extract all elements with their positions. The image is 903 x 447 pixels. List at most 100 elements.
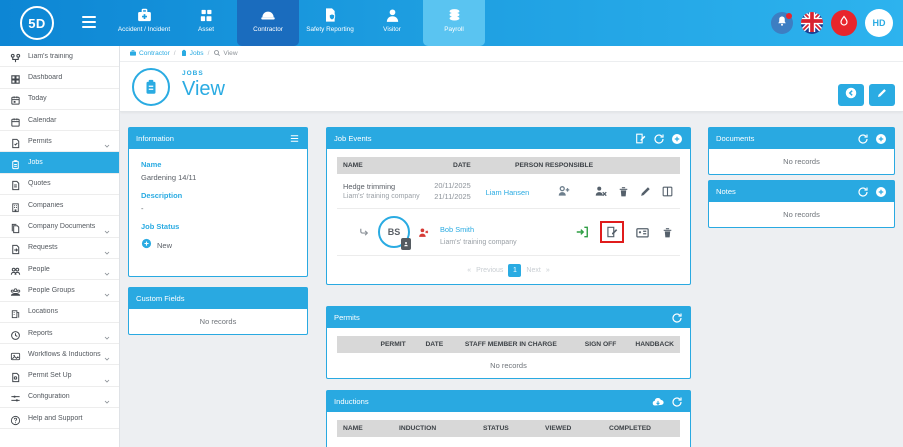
card-columns-icon[interactable] [661, 185, 674, 198]
person-alert-icon[interactable] [417, 226, 430, 239]
previous-button[interactable]: Previous [476, 267, 503, 274]
alert-button[interactable] [831, 10, 857, 36]
nav-payroll[interactable]: Payroll [423, 0, 485, 46]
sidebar-item-requests[interactable]: Requests [0, 238, 119, 259]
refresh-icon[interactable] [857, 186, 869, 198]
field-value-description: - [141, 204, 295, 213]
delete-icon[interactable] [661, 226, 674, 239]
person-responsible-link[interactable]: Liam Hansen [486, 188, 530, 197]
event-name: Hedge trimming [343, 182, 434, 191]
brand-logo[interactable]: 5D [20, 6, 54, 40]
job-events-table-header: NAME DATE PERSON RESPONSIBLE [337, 157, 680, 174]
sliders-icon [10, 391, 21, 402]
menu-toggle-icon[interactable] [82, 16, 96, 31]
user-avatar[interactable]: HD [865, 9, 893, 37]
refresh-icon[interactable] [671, 396, 683, 408]
prev-arrow[interactable]: « [467, 267, 471, 274]
delete-icon[interactable] [617, 185, 630, 198]
edit-pencil-icon[interactable] [639, 185, 652, 198]
sidebar-item-calendar[interactable]: Calendar [0, 110, 119, 131]
permits-empty: No records [327, 353, 690, 378]
refresh-icon[interactable] [653, 133, 665, 145]
nav-asset[interactable]: Asset [175, 0, 237, 46]
remove-person-icon[interactable] [594, 184, 608, 198]
sidebar-item-jobs[interactable]: Jobs [0, 152, 119, 173]
page-title-bar: JOBS View [120, 62, 903, 112]
sidebar-item-dashboard[interactable]: Dashboard [0, 67, 119, 88]
sidebar-item-workflows-inductions[interactable]: Workflows & Inductions [0, 344, 119, 365]
list-icon[interactable] [289, 133, 300, 144]
breadcrumb-separator: / [174, 50, 176, 57]
person-avatar[interactable]: BS [378, 216, 410, 248]
status-plus-icon[interactable] [141, 236, 152, 254]
jobs-clipboard-icon [180, 49, 188, 59]
nav-visitor[interactable]: Visitor [361, 0, 423, 46]
panel-title: Permits [334, 313, 360, 322]
panel-title: Inductions [334, 397, 369, 406]
permits-table-header: PERMIT DATE STAFF MEMBER IN CHARGE SIGN … [337, 336, 680, 353]
add-icon[interactable] [875, 186, 887, 198]
breadcrumb-separator: / [208, 50, 210, 57]
nav-label: Contractor [253, 26, 283, 34]
sidebar-item-people-groups[interactable]: People Groups [0, 280, 119, 301]
notification-dot [786, 13, 792, 19]
droplet-icon [838, 14, 850, 32]
pagination: « Previous 1 Next » [327, 256, 690, 284]
language-flag-button[interactable] [801, 12, 823, 34]
sidebar-item-today[interactable]: Today [0, 89, 119, 110]
cloud-download-icon[interactable] [651, 395, 665, 409]
sidebar-item-liams-training[interactable]: Liam's training [0, 46, 119, 67]
jobs-clipboard-icon [10, 157, 21, 168]
nav-label: Accident / Incident [118, 26, 170, 34]
id-card-icon[interactable] [635, 225, 650, 240]
refresh-icon[interactable] [857, 133, 869, 145]
header-actions: HD [771, 9, 893, 37]
workflow-screen-icon [10, 349, 21, 360]
sidebar-item-configuration[interactable]: Configuration [0, 387, 119, 408]
person-name-link[interactable]: Bob Smith [440, 225, 474, 234]
edit-button[interactable] [869, 84, 895, 106]
job-event-row: Hedge trimming Liam's' training company … [337, 174, 680, 209]
add-icon[interactable] [671, 133, 683, 145]
nav-safety-reporting[interactable]: Safety Reporting [299, 0, 361, 46]
nav-accident-incident[interactable]: Accident / Incident [113, 0, 175, 46]
add-icon[interactable] [875, 133, 887, 145]
notes-panel: Notes No records [708, 180, 895, 228]
chevron-down-icon [103, 393, 111, 401]
next-button[interactable]: Next [526, 267, 540, 274]
sidebar-item-locations[interactable]: Locations [0, 302, 119, 323]
refresh-icon[interactable] [671, 312, 683, 324]
breadcrumb-view[interactable]: View [213, 49, 237, 59]
notifications-button[interactable] [771, 12, 793, 34]
search-icon [213, 49, 221, 59]
add-person-icon[interactable] [557, 184, 571, 198]
nav-label: Asset [198, 26, 214, 34]
breadcrumb-jobs[interactable]: Jobs [180, 49, 204, 59]
sidebar-item-permit-set-up[interactable]: Permit Set Up [0, 365, 119, 386]
permit-setup-document-icon [10, 370, 21, 381]
sidebar-item-people[interactable]: People [0, 259, 119, 280]
sign-off-document-icon[interactable] [605, 225, 619, 239]
sign-in-icon[interactable] [575, 225, 589, 239]
briefcase-icon [129, 49, 137, 59]
nav-contractor[interactable]: Contractor [237, 0, 299, 46]
location-building-icon [10, 306, 21, 317]
documents-stack-icon [10, 221, 21, 232]
sidebar-item-permits[interactable]: Permits [0, 131, 119, 152]
sidebar-item-quotes[interactable]: Quotes [0, 174, 119, 195]
sidebar-item-reports[interactable]: Reports [0, 323, 119, 344]
edit-document-icon[interactable] [634, 132, 647, 145]
sidebar-item-companies[interactable]: Companies [0, 195, 119, 216]
custom-fields-panel: Custom Fields No records [128, 287, 308, 335]
sidebar-nav: Liam's training Dashboard Today Calendar… [0, 46, 120, 447]
page-number[interactable]: 1 [508, 264, 521, 277]
breadcrumb-contractor[interactable]: Contractor [129, 49, 170, 59]
sidebar-item-company-documents[interactable]: Company Documents [0, 216, 119, 237]
nav-label: Safety Reporting [306, 26, 354, 34]
document-shield-icon [322, 6, 338, 24]
documents-panel: Documents No records [708, 127, 895, 175]
back-button[interactable] [838, 84, 864, 106]
field-value-name: Gardening 14/11 [141, 173, 295, 182]
next-arrow[interactable]: » [546, 267, 550, 274]
sidebar-item-help-and-support[interactable]: Help and Support [0, 408, 119, 429]
